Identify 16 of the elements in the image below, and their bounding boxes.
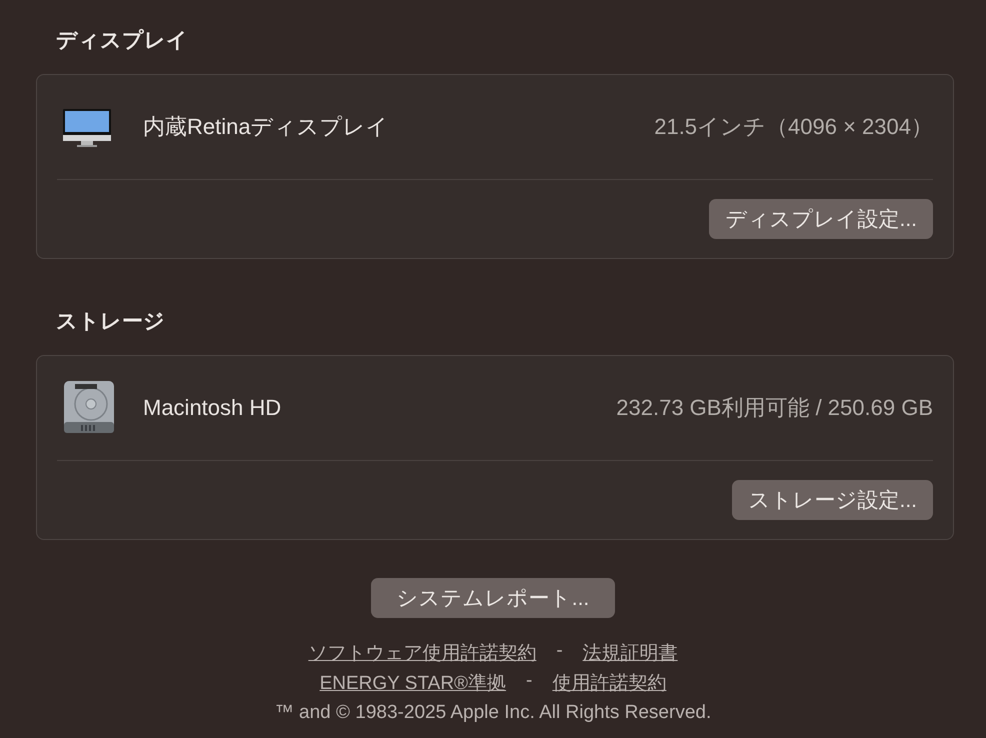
device-name: Macintosh HD	[143, 395, 282, 421]
device-detail: 232.73 GB利用可能 / 250.69 GB	[616, 394, 933, 422]
separator-text: -	[526, 670, 532, 693]
legal-link[interactable]: 使用許諾契約	[552, 670, 666, 696]
settings-button[interactable]: ディスプレイ設定...	[709, 199, 933, 239]
legal-link[interactable]: ENERGY STAR®準拠	[320, 670, 506, 696]
settings-button[interactable]: ストレージ設定...	[732, 480, 933, 520]
section-title: ディスプレイ	[56, 28, 189, 54]
device-detail: 21.5インチ（4096 × 2304）	[654, 113, 933, 141]
legal-link[interactable]: ソフトウェア使用許諾契約	[308, 640, 536, 666]
device-name: 内蔵Retinaディスプレイ	[143, 113, 389, 141]
legal-link[interactable]: 法規証明書	[582, 640, 678, 666]
copyright-text: ™ and © 1983-2025 Apple Inc. All Rights Reserved.	[274, 702, 712, 724]
separator-text: -	[556, 640, 563, 663]
section-title: ストレージ	[56, 309, 166, 335]
system-report-button[interactable]: システムレポート...	[371, 578, 615, 618]
